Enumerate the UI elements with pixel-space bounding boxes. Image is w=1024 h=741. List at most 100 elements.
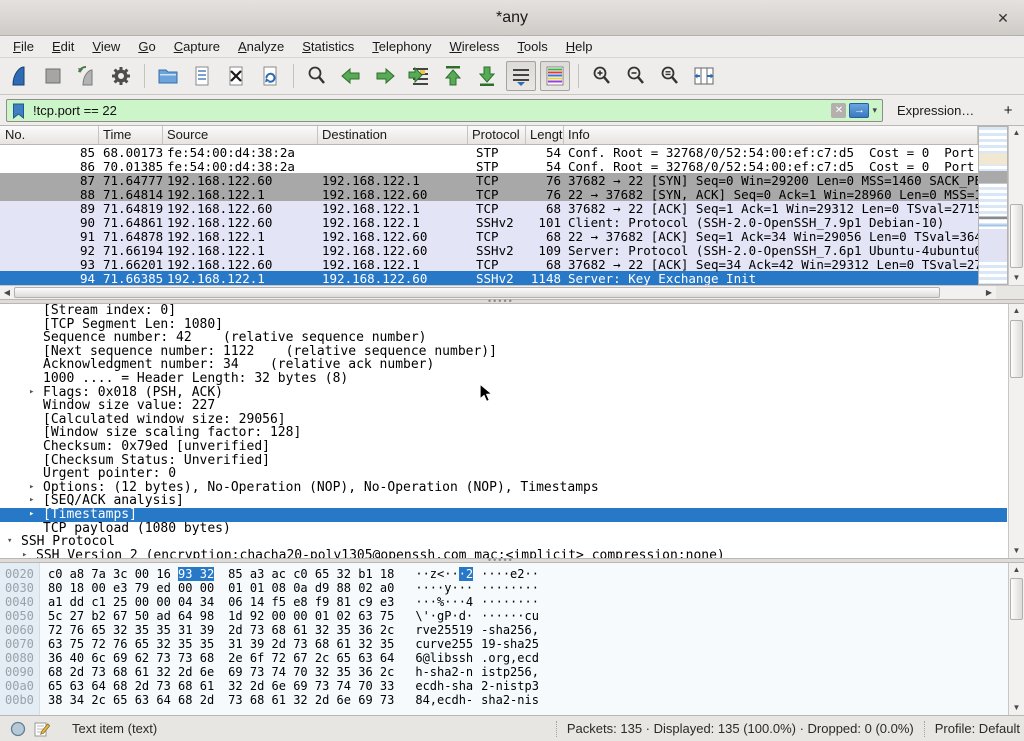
hex-ascii[interactable]: 84,ecdh-: [415, 693, 473, 707]
hex-bytes[interactable]: 36 40 6c 69 62 73 73 68: [48, 651, 214, 665]
expand-arrow-icon[interactable]: ▸: [22, 549, 36, 558]
detail-line[interactable]: Checksum: 0x79ed [unverified]: [0, 440, 1024, 454]
expand-arrow-icon[interactable]: ▸: [29, 386, 43, 400]
menu-item[interactable]: File: [4, 36, 43, 58]
scroll-up-arrow[interactable]: ▲: [1009, 563, 1024, 577]
zoom-reset-button[interactable]: [655, 61, 685, 91]
detail-line[interactable]: [TCP Segment Len: 1080]: [0, 318, 1024, 332]
hex-row[interactable]: 009068 2d 73 68 61 32 2d 6e69 73 74 70 3…: [0, 665, 539, 679]
packet-row[interactable]: 85 68.001734936 fe:54:00:d4:38:2a STP 54…: [0, 145, 978, 159]
detail-line[interactable]: ▸[Timestamps]: [0, 508, 1007, 522]
packet-minimap[interactable]: [978, 126, 1008, 285]
packet-row[interactable]: 92 71.661949820 192.168.122.1 192.168.12…: [0, 243, 978, 257]
hex-ascii[interactable]: ··z<··: [415, 567, 458, 581]
column-header-info[interactable]: Info: [564, 126, 978, 144]
hex-bytes[interactable]: 06 14 f5 e8 f9 81 c9 e3: [228, 595, 394, 609]
menu-item[interactable]: Statistics: [293, 36, 363, 58]
filter-clear-button[interactable]: ✕: [831, 103, 846, 118]
packet-row[interactable]: 94 71.663856741 192.168.122.1 192.168.12…: [0, 271, 978, 285]
hex-ascii[interactable]: \'·gP·d·: [415, 609, 473, 623]
expand-arrow-icon[interactable]: ▸: [29, 481, 43, 495]
hex-ascii[interactable]: 2-nistp3: [481, 679, 539, 693]
zoom-in-button[interactable]: [587, 61, 617, 91]
hex-row[interactable]: 007063 75 72 76 65 32 35 3531 39 2d 73 6…: [0, 637, 539, 651]
detail-line[interactable]: [Stream index: 0]: [0, 304, 1024, 318]
auto-scroll-button[interactable]: [506, 61, 536, 91]
packet-list-vscrollbar[interactable]: ▲ ▼: [1008, 126, 1024, 285]
close-window-button[interactable]: ✕: [994, 9, 1012, 27]
detail-line[interactable]: TCP payload (1080 bytes): [0, 522, 1024, 536]
column-header-protocol[interactable]: Protocol: [468, 126, 526, 144]
hex-bytes[interactable]: 68 2d 73 68 61 32 2d 6e: [48, 665, 214, 679]
hex-bytes[interactable]: 80 18 00 e3 79 ed 00 00: [48, 581, 214, 595]
save-file-button[interactable]: [187, 61, 217, 91]
detail-line[interactable]: Acknowledgment number: 34 (relative ack …: [0, 358, 1024, 372]
packet-row[interactable]: 91 71.648789678 192.168.122.1 192.168.12…: [0, 229, 978, 243]
menu-item[interactable]: Tools: [508, 36, 556, 58]
capture-options-button[interactable]: [106, 61, 136, 91]
hex-ascii[interactable]: ecdh-sha: [415, 679, 473, 693]
hex-ascii[interactable]: h-sha2-n: [415, 665, 473, 679]
menu-item[interactable]: Help: [557, 36, 602, 58]
detail-line[interactable]: [Window size scaling factor: 128]: [0, 426, 1024, 440]
detail-line[interactable]: [Calculated window size: 29056]: [0, 413, 1024, 427]
scrollbar-thumb[interactable]: [1010, 204, 1023, 268]
details-vscrollbar[interactable]: ▲ ▼: [1008, 304, 1024, 558]
zoom-out-button[interactable]: [621, 61, 651, 91]
expand-arrow-icon[interactable]: [29, 331, 43, 345]
expert-info-icon[interactable]: [10, 721, 26, 737]
go-to-bottom-button[interactable]: [472, 61, 502, 91]
go-to-top-button[interactable]: [438, 61, 468, 91]
expand-arrow-icon[interactable]: [29, 454, 43, 468]
packet-row[interactable]: 93 71.662015274 192.168.122.60 192.168.1…: [0, 257, 978, 271]
filter-expression-text[interactable]: !tcp.port == 22: [33, 103, 831, 118]
hex-row[interactable]: 0020c0 a8 7a 3c 00 16 93 3285 a3 ac c0 6…: [0, 567, 539, 581]
display-filter-input[interactable]: !tcp.port == 22 ✕ → ▾: [6, 99, 883, 122]
column-header-source[interactable]: Source: [163, 126, 318, 144]
hex-ascii-highlighted[interactable]: ·2: [459, 567, 473, 581]
hex-ascii[interactable]: 19-sha25: [481, 637, 539, 651]
capture-comment-icon[interactable]: [34, 721, 50, 737]
hex-bytes[interactable]: 38 34 2c 65 63 64 68 2d: [48, 693, 214, 707]
hex-row[interactable]: 0040a1 dd c1 25 00 00 04 3406 14 f5 e8 f…: [0, 595, 539, 609]
hex-ascii[interactable]: ····e2··: [481, 567, 539, 581]
hex-ascii[interactable]: ········: [481, 581, 539, 595]
hex-bytes[interactable]: 2d 73 68 61 32 35 36 2c: [228, 623, 394, 637]
detail-line[interactable]: Sequence number: 42 (relative sequence n…: [0, 331, 1024, 345]
expand-arrow-icon[interactable]: [29, 304, 43, 318]
scrollbar-thumb[interactable]: [1010, 578, 1023, 620]
go-back-button[interactable]: [336, 61, 366, 91]
hex-row[interactable]: 006072 76 65 32 35 35 31 392d 73 68 61 3…: [0, 623, 539, 637]
expand-arrow-icon[interactable]: [29, 440, 43, 454]
scroll-down-arrow[interactable]: ▼: [1009, 701, 1024, 715]
profile-selector[interactable]: Profile: Default: [935, 721, 1020, 736]
expand-arrow-icon[interactable]: [29, 318, 43, 332]
hex-bytes[interactable]: 73 68 61 32 2d 6e 69 73: [228, 693, 394, 707]
hex-bytes[interactable]: c0 a8 7a 3c 00 16: [48, 567, 178, 581]
expand-arrow-icon[interactable]: ▾: [7, 535, 21, 549]
reload-file-button[interactable]: [255, 61, 285, 91]
hex-row[interactable]: 003080 18 00 e3 79 ed 00 0001 01 08 0a d…: [0, 581, 539, 595]
expand-arrow-icon[interactable]: [29, 399, 43, 413]
hex-ascii[interactable]: curve255: [415, 637, 473, 651]
expand-arrow-icon[interactable]: [29, 413, 43, 427]
scrollbar-thumb[interactable]: [1010, 320, 1023, 378]
stop-capture-button[interactable]: [38, 61, 68, 91]
hex-ascii[interactable]: -sha256,: [481, 623, 539, 637]
expand-arrow-icon[interactable]: ▸: [29, 508, 43, 522]
hex-bytes[interactable]: 63 75 72 76 65 32 35 35: [48, 637, 214, 651]
hex-bytes[interactable]: 65 63 64 68 2d 73 68 61: [48, 679, 214, 693]
filter-bookmark-icon[interactable]: [12, 103, 25, 124]
column-header-destination[interactable]: Destination: [318, 126, 468, 144]
expression-button[interactable]: Expression…: [897, 103, 974, 118]
scrollbar-thumb[interactable]: [14, 287, 940, 298]
start-capture-button[interactable]: [4, 61, 34, 91]
column-header-time[interactable]: Time: [99, 126, 163, 144]
packet-row[interactable]: 86 70.013850163 fe:54:00:d4:38:2a STP 54…: [0, 159, 978, 173]
hex-bytes[interactable]: 32 2d 6e 69 73 74 70 33: [228, 679, 394, 693]
column-header-no[interactable]: No.: [0, 126, 99, 144]
menu-item[interactable]: Capture: [165, 36, 229, 58]
packet-row[interactable]: 90 71.648618924 192.168.122.60 192.168.1…: [0, 215, 978, 229]
filter-apply-button[interactable]: →: [849, 103, 869, 118]
hex-ascii[interactable]: rve25519: [415, 623, 473, 637]
